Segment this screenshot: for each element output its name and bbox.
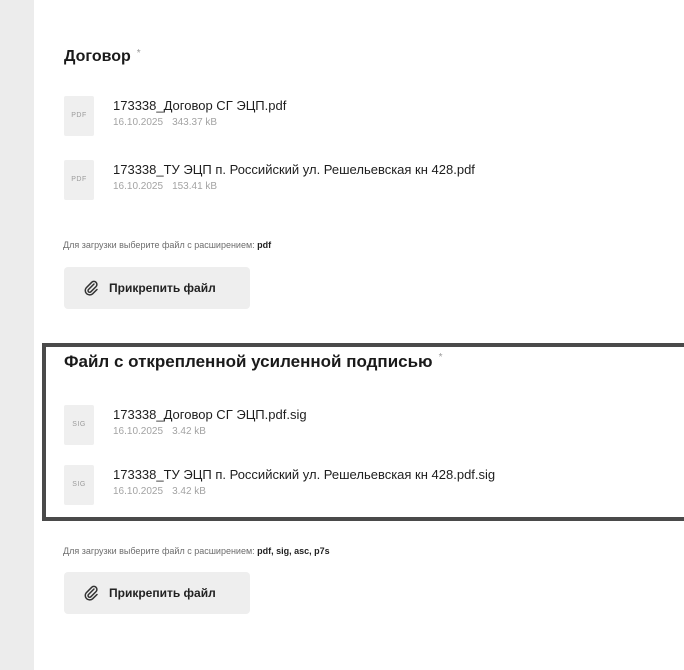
left-sidebar-strip (0, 0, 34, 670)
file-item[interactable]: PDF 173338_ТУ ЭЦП п. Российский ул. Реше… (64, 160, 644, 200)
file-item[interactable]: PDF 173338_Договор СГ ЭЦП.pdf 16.10.2025… (64, 96, 624, 136)
contract-section-title: Договор * (64, 48, 141, 65)
file-name[interactable]: 173338_Договор СГ ЭЦП.pdf (113, 98, 286, 113)
attach-file-button[interactable]: Прикрепить файл (64, 267, 250, 309)
file-meta: 16.10.2025 3.42 kB (113, 426, 206, 437)
file-name[interactable]: 173338_ТУ ЭЦП п. Российский ул. Решельев… (113, 162, 475, 177)
file-date: 16.10.2025 (113, 117, 164, 128)
file-size: 3.42 kB (172, 426, 206, 437)
file-meta: 16.10.2025 153.41 kB (113, 181, 217, 192)
allowed-extensions: pdf (257, 240, 272, 250)
file-size: 343.37 kB (172, 117, 218, 128)
file-date: 16.10.2025 (113, 486, 164, 497)
file-meta: 16.10.2025 3.42 kB (113, 486, 206, 497)
sig-file-icon: SIG (64, 405, 94, 445)
upload-hint: Для загрузки выберите файл с расширением… (63, 546, 330, 556)
file-name[interactable]: 173338_Договор СГ ЭЦП.pdf.sig (113, 407, 307, 422)
file-size: 3.42 kB (172, 486, 206, 497)
signature-section-title: Файл с открепленной усиленной подписью * (64, 352, 443, 371)
attach-file-label: Прикрепить файл (109, 281, 216, 295)
sig-file-icon: SIG (64, 465, 94, 505)
file-date: 16.10.2025 (113, 181, 164, 192)
required-mark: * (438, 352, 443, 363)
required-mark: * (136, 48, 141, 59)
pdf-file-icon: PDF (64, 96, 94, 136)
upload-hint: Для загрузки выберите файл с расширением… (63, 240, 272, 250)
attach-file-label: Прикрепить файл (109, 586, 216, 600)
allowed-extensions: pdf, sig, asc, p7s (257, 546, 330, 556)
file-name[interactable]: 173338_ТУ ЭЦП п. Российский ул. Решельев… (113, 467, 495, 482)
file-item[interactable]: SIG 173338_ТУ ЭЦП п. Российский ул. Реше… (64, 465, 654, 505)
file-item[interactable]: SIG 173338_Договор СГ ЭЦП.pdf.sig 16.10.… (64, 405, 624, 445)
pdf-file-icon: PDF (64, 160, 94, 200)
paperclip-icon (84, 280, 98, 296)
file-size: 153.41 kB (172, 181, 218, 192)
paperclip-icon (84, 585, 98, 601)
file-meta: 16.10.2025 343.37 kB (113, 117, 217, 128)
attach-file-button[interactable]: Прикрепить файл (64, 572, 250, 614)
file-date: 16.10.2025 (113, 426, 164, 437)
